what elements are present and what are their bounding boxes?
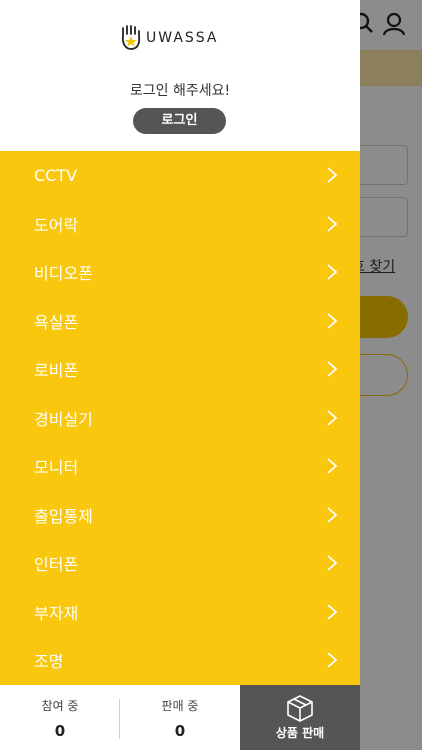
hand-logo-icon — [121, 25, 141, 50]
menu-item-label: 인터폰 — [34, 555, 79, 575]
participating-stat[interactable]: 참여 중 0 — [0, 685, 120, 750]
menu-item-label: 도어락 — [34, 215, 79, 235]
menu-item-lighting[interactable]: 조명 — [0, 636, 360, 685]
selling-count: 0 — [174, 722, 186, 740]
side-drawer: UWASSA 로그인 해주세요! 로그인 CCTV 도어락 비디오폰 욕실폰 로… — [0, 0, 360, 750]
menu-item-label: 비디오폰 — [34, 264, 93, 284]
menu-item-label: 모니터 — [34, 458, 79, 478]
footer-divider — [119, 699, 120, 739]
drawer-header: UWASSA 로그인 해주세요! 로그인 — [0, 0, 360, 150]
menu-item-access-control[interactable]: 출입통제 — [0, 491, 360, 540]
menu-item-label: 욕실폰 — [34, 312, 79, 332]
chevron-right-icon — [327, 361, 338, 377]
menu-item-bathroom-phone[interactable]: 욕실폰 — [0, 297, 360, 346]
menu-item-label: 경비실기 — [34, 409, 93, 429]
box-icon — [287, 695, 313, 722]
chevron-right-icon — [327, 652, 338, 668]
chevron-right-icon — [327, 167, 338, 183]
selling-stat[interactable]: 판매 중 0 — [120, 685, 240, 750]
menu-item-doorlock[interactable]: 도어락 — [0, 200, 360, 249]
participating-label: 참여 중 — [41, 699, 79, 713]
sell-product-button[interactable]: 상품 판매 — [240, 685, 360, 750]
menu-item-label: 부자재 — [34, 603, 79, 623]
category-menu: CCTV 도어락 비디오폰 욕실폰 로비폰 경비실기 모니터 출입통제 인터폰 … — [0, 151, 360, 685]
menu-item-monitor[interactable]: 모니터 — [0, 442, 360, 491]
menu-item-interphone[interactable]: 인터폰 — [0, 539, 360, 588]
uwassa-logo[interactable]: UWASSA — [120, 22, 219, 54]
drawer-footer: 참여 중 0 판매 중 0 상품 판매 — [0, 685, 360, 750]
login-button[interactable]: 로그인 — [133, 108, 226, 134]
chevron-right-icon — [327, 555, 338, 571]
menu-item-videophone[interactable]: 비디오폰 — [0, 248, 360, 297]
chevron-right-icon — [327, 216, 338, 232]
logo-text: UWASSA — [146, 30, 219, 46]
menu-item-label: 출입통제 — [34, 506, 93, 526]
participating-count: 0 — [54, 722, 66, 740]
menu-item-guard-unit[interactable]: 경비실기 — [0, 394, 360, 443]
chevron-right-icon — [327, 604, 338, 620]
menu-item-label: 로비폰 — [34, 361, 79, 381]
chevron-right-icon — [327, 410, 338, 426]
chevron-right-icon — [327, 458, 338, 474]
chevron-right-icon — [327, 507, 338, 523]
chevron-right-icon — [327, 264, 338, 280]
menu-item-accessories[interactable]: 부자재 — [0, 588, 360, 637]
selling-label: 판매 중 — [161, 699, 199, 713]
sell-product-label: 상품 판매 — [275, 726, 325, 740]
login-prompt: 로그인 해주세요! — [129, 83, 231, 99]
chevron-right-icon — [327, 313, 338, 329]
menu-item-label: 조명 — [34, 652, 64, 672]
menu-item-label: CCTV — [34, 165, 78, 185]
menu-item-lobby-phone[interactable]: 로비폰 — [0, 345, 360, 394]
menu-item-cctv[interactable]: CCTV — [0, 151, 360, 200]
